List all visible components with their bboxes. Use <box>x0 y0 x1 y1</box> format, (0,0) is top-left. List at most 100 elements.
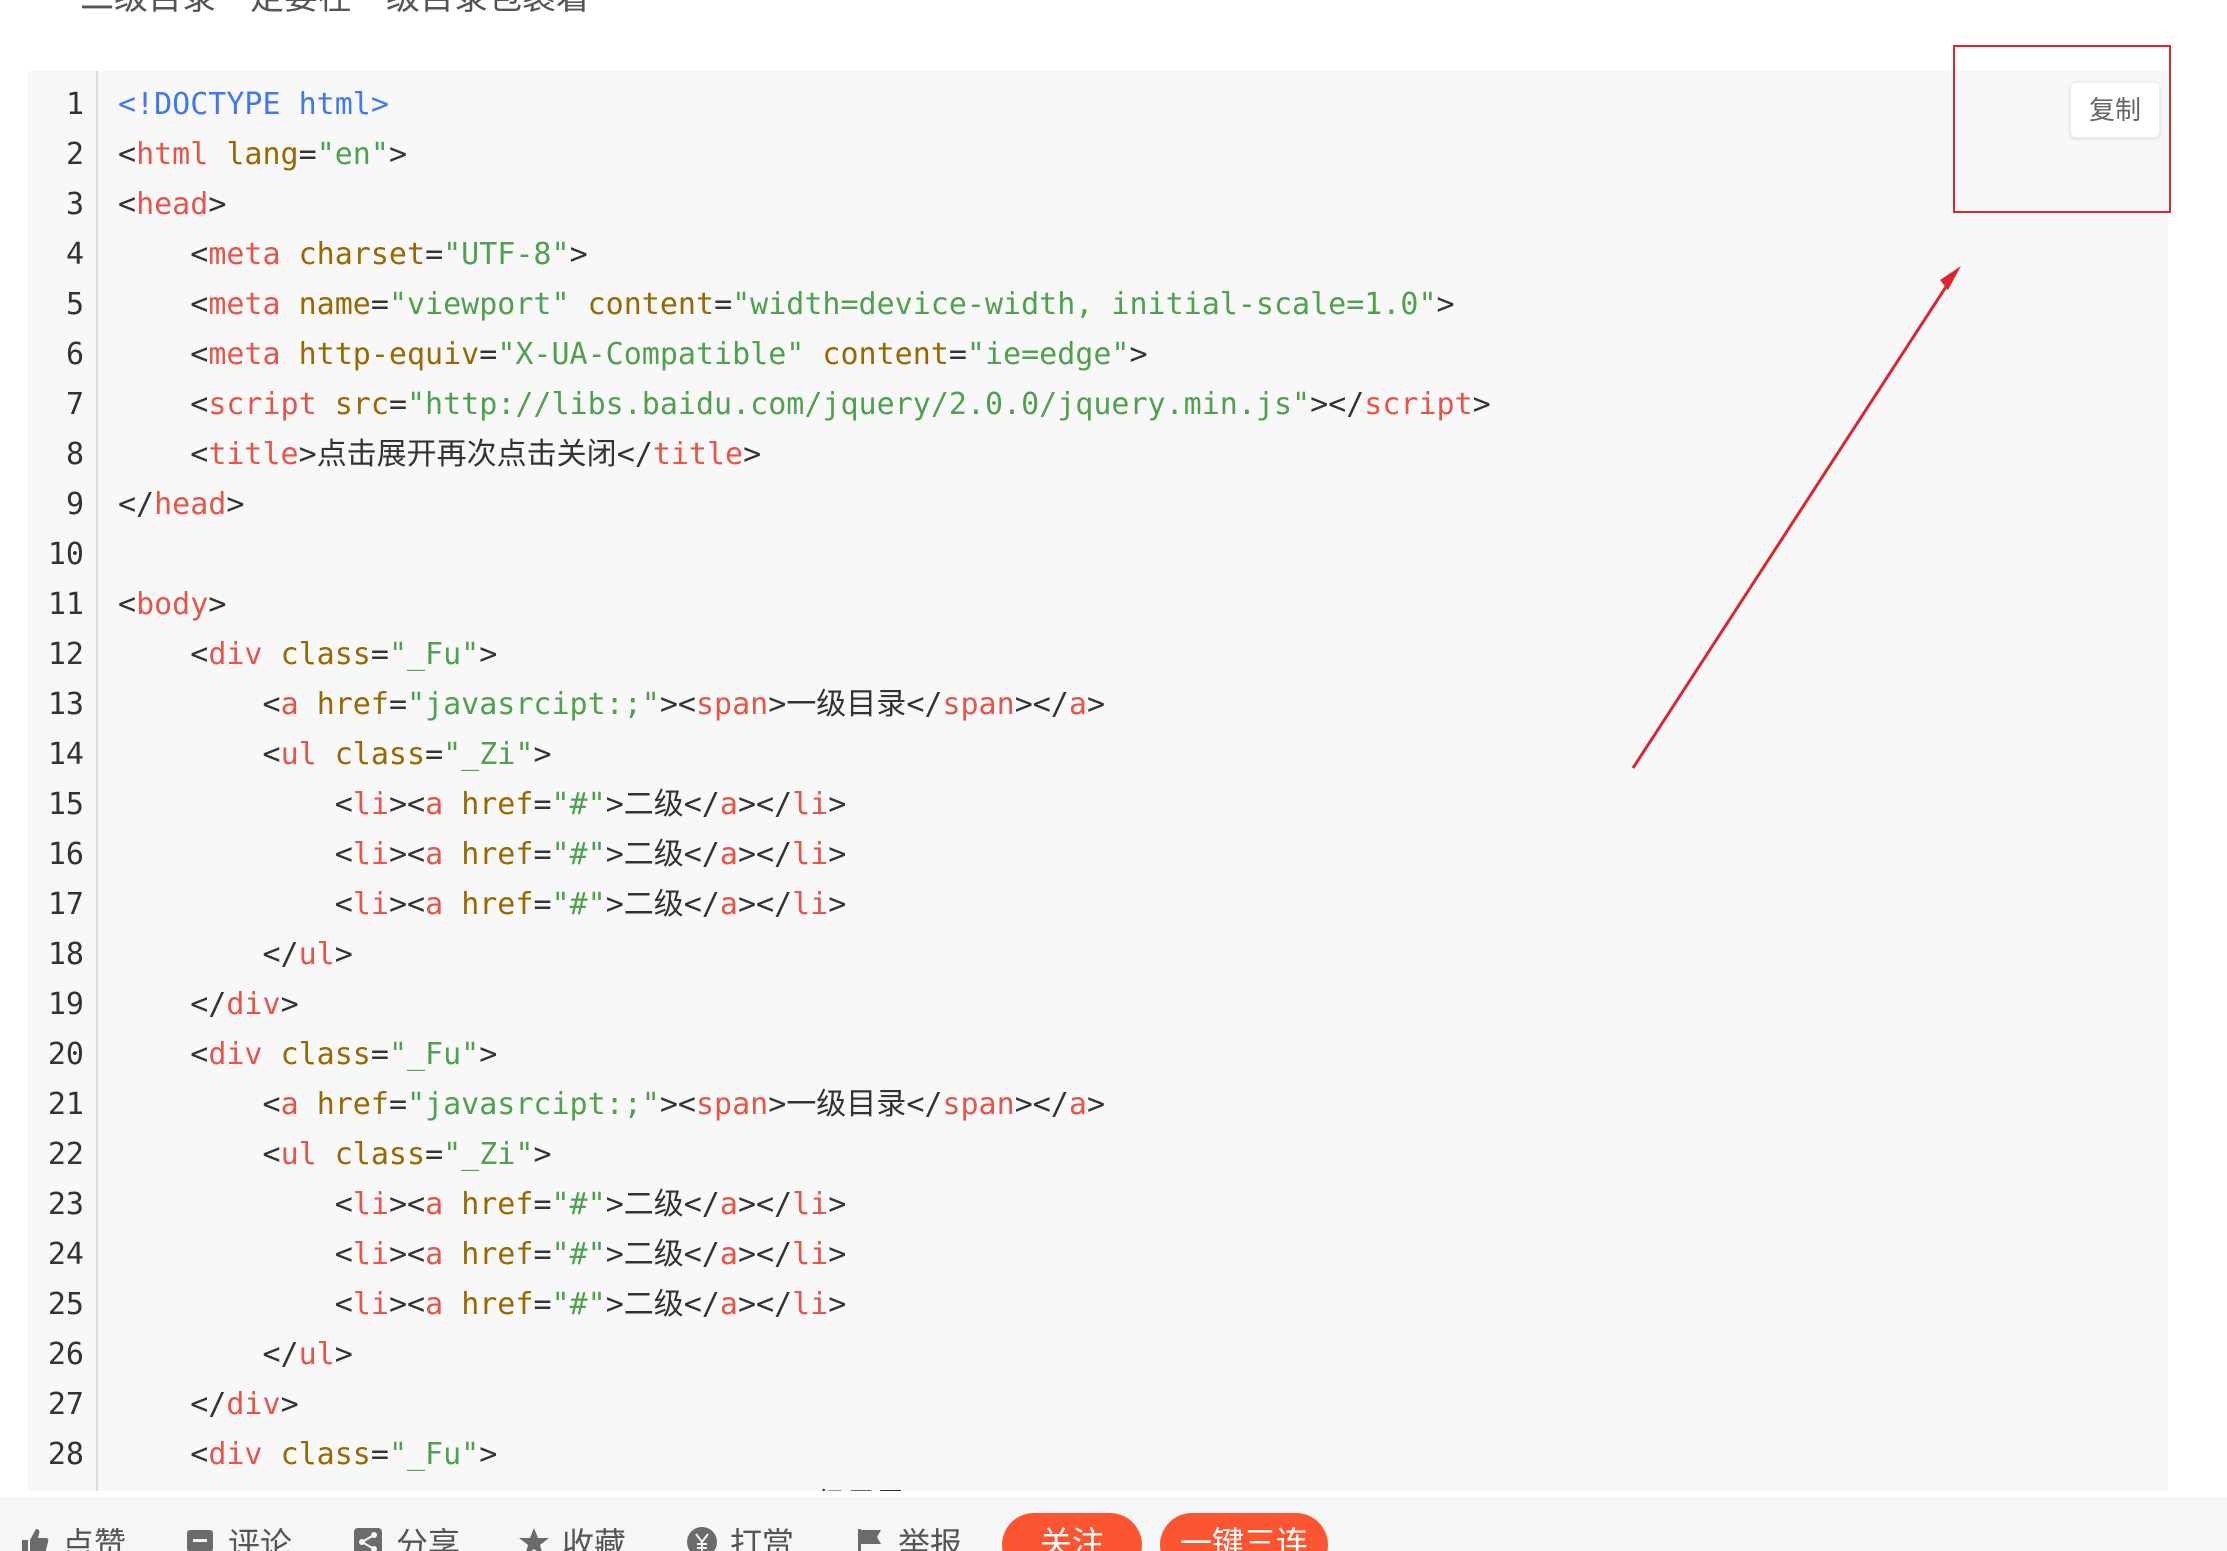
code-token: href <box>461 787 534 822</box>
share-button[interactable]: 分享 <box>352 1519 460 1551</box>
code-line: 29 <a href="javasrcipt:;"><span>一级目录</sp… <box>28 1480 2168 1491</box>
code-token: a <box>719 837 738 872</box>
code-token: = <box>714 287 733 322</box>
code-token: href <box>316 1087 389 1122</box>
code-token: = <box>298 137 317 172</box>
code-token: > <box>743 437 762 472</box>
like-button[interactable]: 点赞 <box>18 1519 126 1551</box>
code-token: li <box>792 1287 829 1322</box>
code-token: > <box>388 137 407 172</box>
code-token: > <box>1087 1487 1105 1491</box>
code-token: < <box>118 1137 281 1172</box>
code-token: 二级 <box>623 837 684 872</box>
code-token: </ <box>683 887 720 922</box>
code-token: > <box>605 1237 624 1272</box>
code-line: 23 <li><a href="#">二级</a></li> <box>28 1180 2168 1230</box>
report-button[interactable]: 举报 <box>854 1519 962 1551</box>
code-token: class <box>334 737 426 772</box>
code-text: <div class="_Fu"> <box>118 1030 497 1080</box>
code-token: span <box>696 1487 768 1491</box>
line-number: 14 <box>47 737 84 772</box>
code-token: </ <box>683 837 720 872</box>
code-token: "#" <box>551 787 606 822</box>
code-token: 二级 <box>623 1287 684 1322</box>
code-token: ul <box>298 1337 335 1372</box>
flag-icon <box>858 1529 881 1551</box>
code-token: >< <box>388 837 426 872</box>
line-number: 23 <box>47 1187 84 1222</box>
code-line: 1 <!DOCTYPE html> <box>28 80 2168 130</box>
code-text: <!DOCTYPE html> <box>118 80 389 130</box>
code-token: > <box>828 787 847 822</box>
code-token: lang <box>226 137 299 172</box>
code-token: head <box>136 187 209 222</box>
line-number: 24 <box>47 1237 84 1272</box>
code-text: <li><a href="#">二级</a></li> <box>118 880 847 930</box>
reward-button[interactable]: 打赏 <box>686 1519 794 1551</box>
favorite-button[interactable]: 收藏 <box>518 1519 626 1551</box>
code-token: ul <box>280 737 317 772</box>
comment-button[interactable]: 评论 <box>184 1519 292 1551</box>
code-token: >< <box>388 787 426 822</box>
code-token: < <box>118 637 209 672</box>
code-token: > <box>828 1187 847 1222</box>
code-token: = <box>533 787 552 822</box>
code-token: = <box>370 1037 389 1072</box>
code-token: href <box>461 1237 534 1272</box>
code-token: > <box>828 1237 847 1272</box>
follow-button[interactable]: 关注 <box>1002 1513 1142 1551</box>
code-text: <title>点击展开再次点击关闭</title> <box>118 430 761 480</box>
code-token: http-equiv <box>298 337 480 372</box>
code-token: a <box>280 687 299 722</box>
code-token: 二级 <box>623 787 684 822</box>
line-number: 29 <box>28 1480 84 1491</box>
code-token: ></ <box>737 1237 793 1272</box>
code-token: class <box>280 1037 371 1072</box>
code-line: 7 <script src="http://libs.baidu.com/jqu… <box>28 380 2168 430</box>
code-token: div <box>208 1037 263 1072</box>
code-token: < <box>118 337 209 372</box>
code-token: > <box>605 787 624 822</box>
code-token: = <box>948 337 967 372</box>
code-token: > <box>298 437 317 472</box>
code-text: </div> <box>118 980 299 1030</box>
triple-action-button[interactable]: 一键三连 <box>1160 1513 1328 1551</box>
code-line: 9 </head> <box>28 480 2168 530</box>
code-text: <li><a href="#">二级</a></li> <box>118 780 847 830</box>
line-number: 12 <box>47 637 84 672</box>
code-token: content <box>587 287 715 322</box>
share-icon <box>354 1528 382 1551</box>
code-text: <html lang="en"> <box>118 130 407 180</box>
code-token: a <box>281 1487 299 1491</box>
code-token: a <box>719 1287 738 1322</box>
report-label: 举报 <box>898 1525 963 1551</box>
code-token: </ <box>906 1487 942 1491</box>
code-token: span <box>942 1487 1014 1491</box>
line-number: 27 <box>47 1387 84 1422</box>
code-token: = <box>388 687 407 722</box>
line-number: 17 <box>47 887 84 922</box>
code-token: > <box>208 587 227 622</box>
line-number: 21 <box>47 1087 84 1122</box>
code-token: >< <box>659 1087 696 1122</box>
code-token: </ <box>118 937 299 972</box>
code-line: 12 <div class="_Fu"> <box>28 630 2168 680</box>
code-token: > <box>569 237 588 272</box>
code-text: <li><a href="#">二级</a></li> <box>118 1280 847 1330</box>
code-token: > <box>280 987 299 1022</box>
code-line: 19 </div> <box>28 980 2168 1030</box>
code-token: > <box>479 1437 498 1472</box>
code-token: 二级 <box>623 887 684 922</box>
code-token: > <box>828 887 847 922</box>
code-token: > <box>479 637 498 672</box>
code-line: 26 </ul> <box>28 1330 2168 1380</box>
code-token: href <box>461 1187 534 1222</box>
code-token: > <box>768 687 787 722</box>
code-token: < <box>118 1437 209 1472</box>
code-line: 3 <head> <box>28 180 2168 230</box>
